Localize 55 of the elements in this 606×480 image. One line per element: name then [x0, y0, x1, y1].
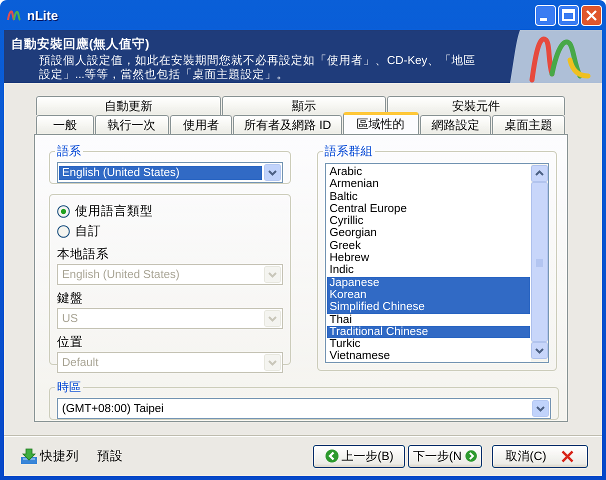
tab[interactable]: 所有者及網路 ID: [233, 115, 342, 134]
list-item[interactable]: Simplified Chinese: [326, 301, 530, 314]
field-label: 鍵盤: [57, 290, 84, 307]
group-label: 語系群組: [324, 143, 374, 160]
radio-button[interactable]: [57, 204, 70, 218]
list-item[interactable]: Vietnamese: [326, 350, 530, 363]
group-label: 時區: [56, 379, 82, 396]
radio-button[interactable]: [57, 224, 70, 238]
list-item[interactable]: Central Europe: [326, 202, 530, 216]
dropdown[interactable]: English (United States): [57, 162, 282, 183]
list-item[interactable]: Hebrew: [326, 252, 530, 264]
list-item[interactable]: Japanese: [326, 276, 530, 289]
dropdown[interactable]: (GMT+08:00) Taipei: [57, 398, 551, 419]
list-item[interactable]: Traditional Chinese: [326, 326, 530, 338]
list-item[interactable]: Cyrillic: [326, 215, 530, 228]
list-item[interactable]: Greek: [326, 240, 530, 252]
tab[interactable]: 區域性的: [342, 112, 419, 134]
radio-label[interactable]: 使用語言類型: [75, 202, 153, 220]
list-item[interactable]: Georgian: [326, 227, 530, 240]
wizard-button[interactable]: 下一步(N: [408, 444, 482, 468]
list-item[interactable]: Thai: [326, 314, 530, 326]
list-box[interactable]: Arabic Armenian Baltic Central Europe Cyrillic Georgian Greek Hebrew Indic Japanese Korean Simplified Chinese Thai Traditional Chinese Turkic Vietnamese: [324, 163, 549, 363]
minimize-button[interactable]: [535, 4, 556, 26]
tab[interactable]: 桌面主題: [492, 115, 565, 134]
list-item[interactable]: Korean: [326, 288, 530, 302]
tab[interactable]: 顯示: [222, 96, 386, 115]
tab[interactable]: 網路設定: [420, 115, 492, 134]
list-item[interactable]: Arabic: [326, 166, 530, 178]
field-label: 本地語系: [57, 246, 110, 263]
window-title: nLite: [27, 8, 60, 22]
tab[interactable]: 自動更新: [36, 96, 222, 115]
download-tray-icon[interactable]: [20, 448, 38, 464]
maximize-button[interactable]: [558, 4, 579, 26]
list-item[interactable]: Armenian: [326, 178, 530, 191]
radio-label[interactable]: 自訂: [75, 222, 101, 240]
tab[interactable]: 安裝元件: [386, 96, 565, 115]
field-label: 位置: [57, 334, 84, 351]
tab[interactable]: 一般: [36, 115, 94, 134]
list-item[interactable]: Indic: [326, 264, 530, 277]
tab[interactable]: 使用者: [170, 115, 232, 134]
link[interactable]: 預設: [97, 448, 123, 464]
link[interactable]: 快捷列: [40, 448, 79, 464]
tab[interactable]: 執行一次: [94, 115, 168, 134]
wizard-button[interactable]: 上一步(B): [313, 444, 405, 468]
page-description: 預設個人設定值，如此在安裝期間您就不必再設定如「使用者」、CD-Key、「地區設定」...等等，當然也包括「桌面主題設定」。: [39, 54, 476, 82]
close-button[interactable]: [581, 4, 602, 26]
close-icon: [561, 450, 574, 462]
wizard-button[interactable]: 取消(C): [492, 444, 588, 468]
scroll-up-button[interactable]: [531, 165, 548, 182]
scroll-down-button[interactable]: [531, 342, 548, 359]
list-item[interactable]: Baltic: [326, 190, 530, 203]
scroll-thumb[interactable]: [531, 182, 548, 342]
group-label: 語系: [56, 143, 82, 160]
page-title: 自動安裝回應(無人值守): [11, 36, 150, 53]
list-item[interactable]: Turkic: [326, 338, 530, 350]
